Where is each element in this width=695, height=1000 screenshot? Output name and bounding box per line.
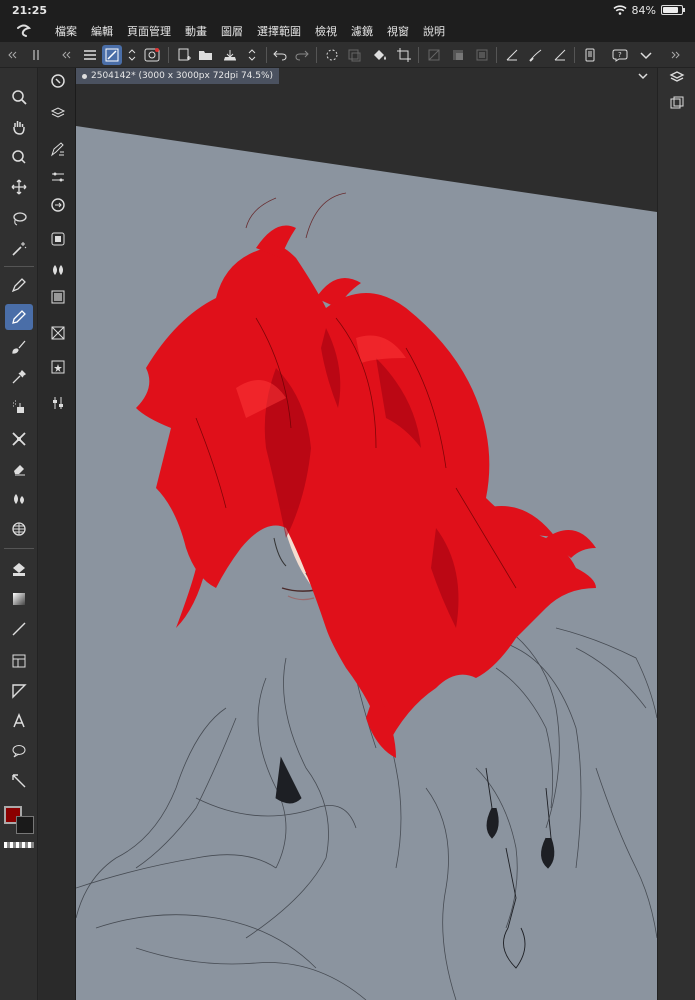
menu-edit[interactable]: 編輯 [84, 23, 120, 39]
app-logo-icon[interactable] [0, 20, 48, 42]
separator [418, 47, 419, 63]
tool-palette [0, 68, 38, 1000]
sub-color-swatch[interactable] [16, 816, 34, 834]
help-bubble-icon[interactable]: ? [610, 45, 630, 65]
eyedropper-icon[interactable] [5, 364, 33, 390]
correct-line-icon[interactable] [5, 768, 33, 794]
airbrush-icon[interactable] [5, 394, 33, 420]
blend-icon[interactable] [5, 486, 33, 512]
save-icon[interactable] [220, 45, 240, 65]
artwork-canvas[interactable] [76, 68, 657, 1000]
collapse-sub-icon[interactable] [56, 45, 76, 65]
eraser-icon[interactable] [5, 456, 33, 482]
phone-device-icon[interactable] [580, 45, 600, 65]
adjust-icon[interactable] [45, 390, 71, 416]
canvas-area[interactable]: 2504142* (3000 x 3000px 72dpi 74.5%) [76, 68, 657, 1000]
decoration-icon[interactable] [5, 426, 33, 452]
panel-toggle-icon[interactable] [26, 45, 46, 65]
hand-icon[interactable] [5, 114, 33, 140]
separator [266, 47, 267, 63]
menu-help[interactable]: 說明 [416, 23, 452, 39]
collapse-right-icon[interactable] [666, 45, 686, 65]
tone-icon[interactable] [45, 284, 71, 310]
pencil-icon[interactable] [5, 304, 33, 330]
menu-bar: 檔案 編輯 頁面管理 動畫 圖層 選擇範圍 檢視 濾鏡 視窗 說明 [0, 20, 695, 42]
material-icon[interactable] [45, 320, 71, 346]
layer-property-icon[interactable] [45, 100, 71, 126]
fill-icon[interactable] [5, 556, 33, 582]
layers-icon[interactable] [664, 64, 690, 90]
sub-tool-palette [39, 68, 76, 1000]
folder-star-icon[interactable] [45, 354, 71, 380]
clock: 21:25 [12, 3, 48, 17]
color-set-icon[interactable] [45, 226, 71, 252]
menu-layer[interactable]: 圖層 [214, 23, 250, 39]
lasso-select-icon[interactable] [5, 206, 33, 232]
clear-selection-icon[interactable] [424, 45, 444, 65]
ruler-icon[interactable] [5, 678, 33, 704]
svg-text:?: ? [618, 51, 622, 59]
magic-wand-icon[interactable] [5, 236, 33, 262]
intermediate-color-icon[interactable] [45, 256, 71, 282]
menu-window[interactable]: 視窗 [380, 23, 416, 39]
sliders-icon[interactable] [45, 164, 71, 190]
status-bar: 21:25 84% [0, 0, 695, 20]
tool-divider [4, 266, 34, 267]
updown-icon[interactable] [122, 45, 142, 65]
collapse-left-icon[interactable] [2, 45, 22, 65]
menu-view[interactable]: 檢視 [308, 23, 344, 39]
straight-line-icon[interactable] [550, 45, 570, 65]
gradient-icon[interactable] [5, 586, 33, 612]
menu-animation[interactable]: 動畫 [178, 23, 214, 39]
brush-snap-icon[interactable] [526, 45, 546, 65]
battery-percent: 84% [631, 3, 656, 17]
copy-layer-icon[interactable] [664, 90, 690, 116]
menu-filter[interactable]: 濾鏡 [344, 23, 380, 39]
tool-divider [4, 548, 34, 549]
hamburger-menu-icon[interactable] [80, 45, 100, 65]
right-panel [657, 68, 695, 1000]
updown-icon[interactable] [242, 45, 262, 65]
open-folder-icon[interactable] [196, 45, 216, 65]
separator [168, 47, 169, 63]
separator [316, 47, 317, 63]
transparent-color-swatch[interactable] [4, 842, 34, 848]
select-all-icon[interactable] [472, 45, 492, 65]
separator [496, 47, 497, 63]
menu-file[interactable]: 檔案 [48, 23, 84, 39]
redo-icon[interactable] [292, 45, 312, 65]
brush-icon[interactable] [5, 334, 33, 360]
battery-fill [663, 7, 679, 13]
transform-icon[interactable] [344, 45, 364, 65]
pen-settings-icon[interactable] [45, 136, 71, 162]
navigator-icon[interactable] [45, 68, 71, 94]
separator [574, 47, 575, 63]
crop-icon[interactable] [394, 45, 414, 65]
grid-icon[interactable] [5, 516, 33, 542]
pen-icon[interactable] [5, 272, 33, 298]
ruler-snap-icon[interactable] [502, 45, 522, 65]
invert-selection-icon[interactable] [448, 45, 468, 65]
rotate-icon[interactable] [5, 144, 33, 170]
status-right: 84% [613, 3, 685, 17]
record-icon[interactable] [142, 45, 162, 65]
brush-tool-active-icon[interactable] [102, 45, 122, 65]
menu-page[interactable]: 頁面管理 [120, 23, 178, 39]
menu-selection[interactable]: 選擇範圍 [250, 23, 308, 39]
balloon-icon[interactable] [5, 738, 33, 764]
fill-bucket-icon[interactable] [370, 45, 390, 65]
command-bar: ? [0, 42, 695, 68]
color-circle-icon[interactable] [45, 192, 71, 218]
zoom-icon[interactable] [5, 84, 33, 110]
frame-icon[interactable] [5, 648, 33, 674]
new-canvas-icon[interactable] [174, 45, 194, 65]
loading-icon[interactable] [322, 45, 342, 65]
undo-icon[interactable] [270, 45, 290, 65]
chevron-down-icon[interactable] [636, 45, 656, 65]
text-icon[interactable] [5, 708, 33, 734]
move-icon[interactable] [5, 174, 33, 200]
battery-icon [661, 5, 685, 15]
line-icon[interactable] [5, 616, 33, 642]
wifi-icon [613, 5, 627, 15]
